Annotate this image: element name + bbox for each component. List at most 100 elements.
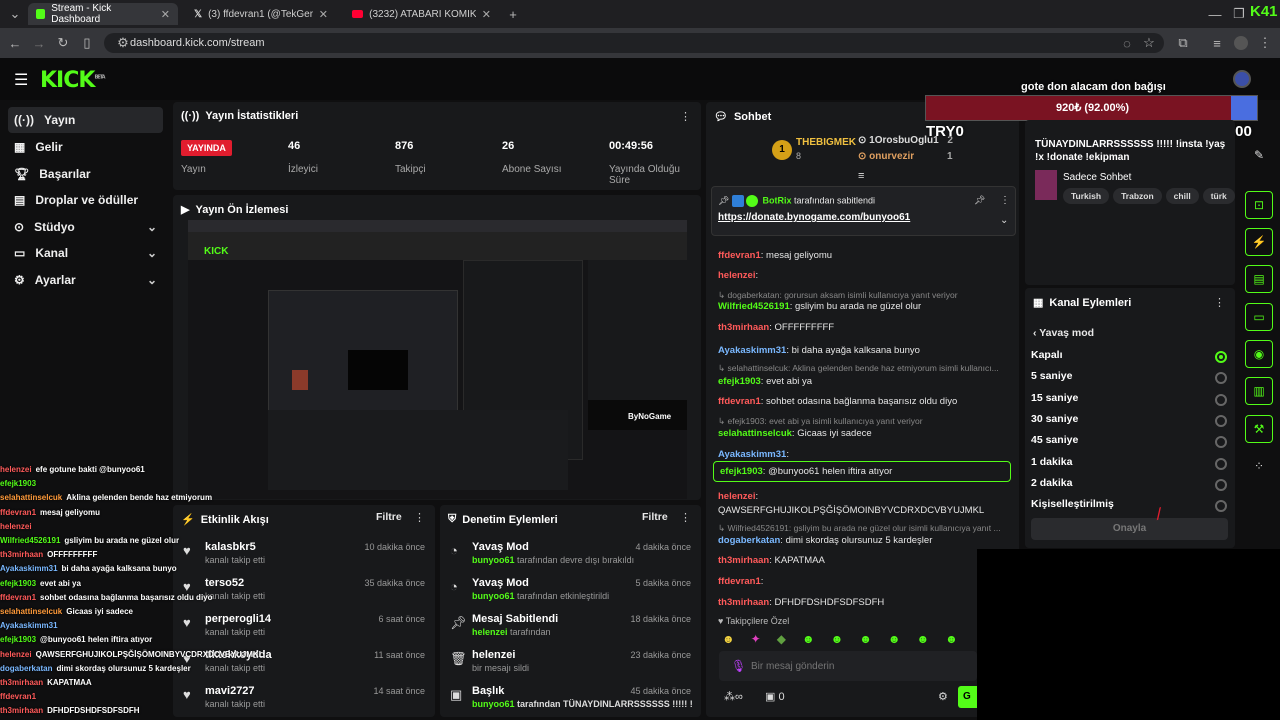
more-icon[interactable]: ⋮ xyxy=(680,511,691,524)
eye-off-icon[interactable]: ◌ xyxy=(1116,32,1138,54)
user-avatar[interactable] xyxy=(1233,70,1251,88)
close-icon[interactable]: ✕ xyxy=(319,8,328,21)
pinned-by-user[interactable]: BotRix xyxy=(762,195,791,205)
activity-user[interactable]: mavi2727 xyxy=(205,685,255,697)
tag[interactable]: Trabzon xyxy=(1113,188,1162,204)
slow-mode-option[interactable]: Kişiselleştirilmiş xyxy=(1031,498,1229,516)
hamburger-icon[interactable]: ☰ xyxy=(14,70,28,90)
browser-tab-youtube[interactable]: (3232) ATABARI KOMİK ANLAR ✕ xyxy=(344,3,499,25)
chevron-down-icon[interactable]: ⌄ xyxy=(1000,215,1008,226)
slow-mode-option[interactable]: 30 saniye xyxy=(1031,413,1229,431)
chat-username[interactable]: efejk1903 xyxy=(718,376,761,387)
minimize-icon[interactable]: — xyxy=(1204,3,1226,25)
unpin-icon[interactable]: 📌︎ xyxy=(974,195,985,206)
radio-button[interactable] xyxy=(1215,457,1227,470)
moderation-user[interactable]: bunyoo61 xyxy=(472,555,515,565)
collapse-icon[interactable]: ≡ xyxy=(858,170,864,182)
lightning-icon[interactable]: ⚡ xyxy=(1245,228,1273,256)
confirm-button[interactable]: Onayla xyxy=(1031,518,1228,540)
extensions-icon[interactable]: ⧉ xyxy=(1172,32,1194,54)
category-thumbnail[interactable] xyxy=(1035,170,1057,200)
stream-category[interactable]: Sadece Sohbet xyxy=(1063,172,1131,183)
sidebar-item-kanal[interactable]: ▭ Kanal ⌄ xyxy=(8,240,163,266)
chat-username[interactable]: th3mirhaan xyxy=(718,597,769,608)
emote-icon[interactable]: ☻ xyxy=(945,632,958,646)
activity-filter-button[interactable]: Filtre xyxy=(376,511,402,523)
chat-username[interactable]: th3mirhaan xyxy=(718,555,769,566)
chat-username[interactable]: Wilfried4526191 xyxy=(718,301,790,312)
emote-icon[interactable]: ☻ xyxy=(831,632,844,646)
moderation-filter-button[interactable]: Filtre xyxy=(642,511,668,523)
activity-user[interactable]: kalasbkr5 xyxy=(205,541,256,553)
mic-icon[interactable]: 🎙︎ xyxy=(731,659,746,673)
profile-avatar[interactable] xyxy=(1230,32,1252,54)
emote-icon[interactable]: ☻ xyxy=(888,632,901,646)
chat-username[interactable]: ffdevran1 xyxy=(718,396,761,407)
close-icon[interactable]: ✕ xyxy=(161,8,170,21)
more-icon[interactable]: ⋮ xyxy=(1214,296,1225,309)
chat-username[interactable]: ffdevran1 xyxy=(718,250,761,261)
menu-icon[interactable]: ⋮ xyxy=(1254,32,1276,54)
activity-user[interactable]: perperogli14 xyxy=(205,613,271,625)
chat-username[interactable]: Ayakaskimm31 xyxy=(718,345,786,356)
chat-username[interactable]: ffdevran1 xyxy=(718,576,761,587)
more-icon[interactable]: ⋮ xyxy=(414,511,425,524)
browser-tab-kick[interactable]: Stream - Kick Dashboard ✕ xyxy=(28,3,178,25)
slow-mode-option[interactable]: 1 dakika xyxy=(1031,456,1229,474)
radio-button[interactable] xyxy=(1215,500,1227,513)
slow-mode-option[interactable]: Kapalı xyxy=(1031,349,1229,367)
chat-username[interactable]: efejk1903 xyxy=(720,466,763,477)
star-icon[interactable]: ☆ xyxy=(1138,32,1160,54)
restore-icon[interactable]: ❐ xyxy=(1228,3,1250,25)
gear-icon[interactable]: ⚙ xyxy=(938,690,948,703)
reload-icon[interactable]: ↻ xyxy=(52,32,74,54)
document-icon[interactable]: ▤ xyxy=(1245,265,1273,293)
chat-input-box[interactable]: 🎙︎ xyxy=(719,651,977,681)
emote-icon[interactable]: ☻ xyxy=(859,632,872,646)
sidebar-item-studyo[interactable]: ⊙ Stüdyo ⌄ xyxy=(8,214,163,240)
moderation-action[interactable]: helenzei xyxy=(472,649,515,661)
emote-icon[interactable]: ☻ xyxy=(722,632,735,646)
chat-username[interactable]: helenzei xyxy=(718,270,756,281)
chat-username[interactable]: dogaberkatan xyxy=(718,535,780,546)
apps-icon[interactable]: ⁘ xyxy=(1245,452,1273,480)
activity-user[interactable]: terso52 xyxy=(205,577,244,589)
slow-mode-option[interactable]: 2 dakika xyxy=(1031,477,1229,495)
pencil-icon[interactable]: ✎ xyxy=(1245,141,1273,169)
broadcast-icon[interactable]: ◉ xyxy=(1245,340,1273,368)
slow-mode-option[interactable]: 15 saniye xyxy=(1031,392,1229,410)
slow-mode-back-button[interactable]: ‹ Yavaş mod xyxy=(1033,327,1094,339)
pinned-link[interactable]: https://donate.bynogame.com/bunyoo61 xyxy=(718,212,910,223)
more-icon[interactable]: ⋮ xyxy=(680,110,691,123)
back-icon[interactable]: ← xyxy=(4,32,26,54)
tab-list-icon[interactable]: ⌄ xyxy=(4,3,26,25)
chat-icon[interactable]: ▭ xyxy=(1245,303,1273,331)
moderation-user[interactable]: bunyoo61 xyxy=(472,591,515,601)
new-tab-icon[interactable]: + xyxy=(502,3,524,25)
moderation-user[interactable]: bunyoo61 xyxy=(472,699,515,709)
emote-icon[interactable]: ☻ xyxy=(802,632,815,646)
radio-button[interactable] xyxy=(1215,478,1227,491)
sidebar-item-basarilar[interactable]: 🏆︎ Başarılar xyxy=(8,161,163,187)
forward-icon[interactable]: → xyxy=(28,32,50,54)
radio-button[interactable] xyxy=(1215,414,1227,427)
media-icon[interactable]: ≡ xyxy=(1206,32,1228,54)
clip-icon[interactable]: ⊡ xyxy=(1245,191,1273,219)
wrench-icon[interactable]: ⚒ xyxy=(1245,415,1273,443)
more-icon[interactable]: ⋮ xyxy=(1000,195,1010,206)
radio-button[interactable] xyxy=(1215,372,1227,385)
radio-button[interactable] xyxy=(1215,393,1227,406)
sidebar-item-ayarlar[interactable]: ⚙ Ayarlar ⌄ xyxy=(8,267,163,293)
emote-icon[interactable]: ✦ xyxy=(751,632,761,646)
tag[interactable]: chill xyxy=(1165,188,1199,204)
site-info-icon[interactable]: ⚙ xyxy=(112,32,134,54)
emote-icon[interactable]: ☻ xyxy=(917,632,930,646)
chat-username[interactable]: helenzei xyxy=(718,491,756,502)
sidebar-item-gelir[interactable]: ▦ Gelir xyxy=(8,134,163,160)
chat-username[interactable]: th3mirhaan xyxy=(718,322,769,333)
browser-tab-x[interactable]: 𝕏 (3) ffdevran1 (@TekGercekFene ✕ xyxy=(186,3,336,25)
top-gifter-1[interactable]: THEBIGMEK xyxy=(796,137,856,148)
slow-mode-option[interactable]: 45 saniye xyxy=(1031,434,1229,452)
slow-mode-option[interactable]: 5 saniye xyxy=(1031,370,1229,388)
close-icon[interactable]: ✕ xyxy=(482,8,491,21)
